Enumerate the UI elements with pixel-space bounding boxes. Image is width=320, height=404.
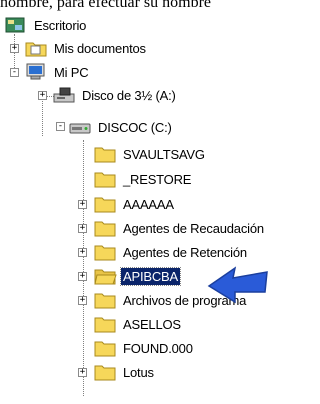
folder-item[interactable]: ASELLOS: [93, 313, 183, 335]
expand-plus-icon[interactable]: +: [78, 368, 87, 377]
folder-item[interactable]: AAAAAA: [93, 193, 176, 215]
tree-item-label: Mis documentos: [54, 40, 146, 56]
folder-item[interactable]: SVAULTSAVG: [93, 143, 207, 165]
expand-plus-icon[interactable]: +: [78, 224, 87, 233]
folder-item-label: Agentes de Retención: [123, 244, 247, 260]
folder-item[interactable]: FOUND.000: [93, 337, 195, 359]
folder-icon: [94, 341, 116, 357]
tree-item-label: DISCOC (C:): [98, 119, 172, 135]
folder-item-label: Lotus: [123, 364, 154, 380]
my-documents-folder-icon: [25, 42, 47, 57]
tree-line: [83, 140, 84, 396]
tree-item-drive-c[interactable]: DISCOC (C:): [68, 116, 174, 138]
open-folder-icon: [94, 269, 117, 285]
collapse-minus-icon[interactable]: -: [10, 68, 19, 77]
folder-item-label: Agentes de Recaudación: [123, 220, 264, 236]
expand-plus-icon[interactable]: +: [38, 91, 47, 100]
folder-item-label: APIBCBA: [120, 266, 181, 286]
folder-tree[interactable]: Escritorio + Mis documentos - Mi PC + Di…: [0, 0, 299, 404]
tree-item-label: Escritorio: [34, 17, 87, 33]
pointer-arrow-icon: [207, 266, 268, 304]
folder-icon: [94, 172, 116, 188]
folder-item-label: AAAAAA: [123, 196, 174, 212]
computer-icon: [26, 63, 45, 80]
folder-item-label: _RESTORE: [123, 171, 192, 187]
collapse-minus-icon[interactable]: -: [56, 122, 65, 131]
folder-item-selected[interactable]: APIBCBA: [93, 265, 181, 287]
floppy-drive-icon: [53, 87, 75, 103]
folder-item[interactable]: _RESTORE: [93, 168, 193, 190]
folder-item[interactable]: Agentes de Retención: [93, 241, 249, 263]
folder-icon: [94, 221, 116, 237]
folder-icon: [94, 317, 116, 333]
folder-item[interactable]: Agentes de Recaudación: [93, 217, 266, 239]
expand-plus-icon[interactable]: +: [78, 272, 87, 281]
folder-item-label: FOUND.000: [123, 340, 193, 356]
tree-item-my-documents[interactable]: Mis documentos: [24, 37, 148, 59]
expand-plus-icon[interactable]: +: [10, 44, 19, 53]
tree-line: [42, 94, 43, 136]
folder-icon: [94, 147, 116, 163]
folder-item-label: ASELLOS: [123, 316, 181, 332]
folder-icon: [94, 365, 116, 381]
expand-plus-icon[interactable]: +: [78, 200, 87, 209]
folder-item[interactable]: Lotus: [93, 361, 156, 383]
folder-item-label: SVAULTSAVG: [123, 146, 205, 162]
desktop-icon: [5, 17, 25, 33]
folder-icon: [94, 245, 116, 261]
expand-plus-icon[interactable]: +: [78, 248, 87, 257]
tree-item-label: Mi PC: [54, 64, 89, 80]
tree-item-my-pc[interactable]: Mi PC: [24, 61, 90, 83]
hard-drive-icon: [69, 123, 91, 134]
folder-icon: [94, 197, 116, 213]
tree-item-floppy[interactable]: Disco de 3½ (A:): [52, 84, 178, 106]
folder-icon: [94, 293, 116, 309]
tree-item-label: Disco de 3½ (A:): [82, 87, 176, 103]
tree-item-desktop[interactable]: Escritorio: [4, 14, 88, 36]
expand-plus-icon[interactable]: +: [78, 296, 87, 305]
